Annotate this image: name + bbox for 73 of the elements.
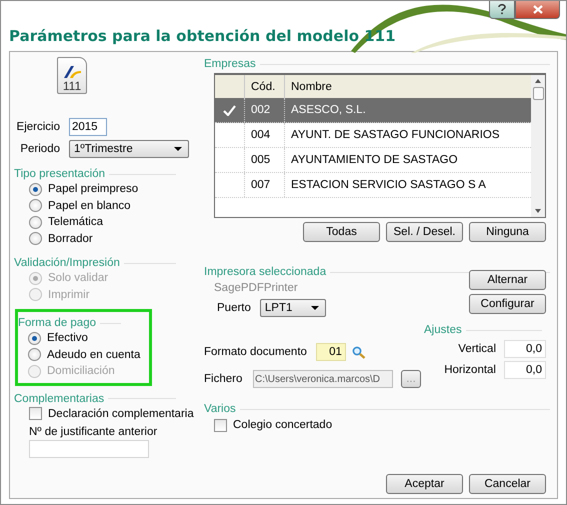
dropdown-arrow-icon	[310, 306, 319, 310]
radio-label: Imprimir	[48, 288, 90, 301]
group-title: Forma de pago	[18, 317, 96, 329]
radio-label: Borrador	[48, 232, 93, 245]
field-label: Nº de justificante anterior	[29, 426, 158, 438]
radio-label: Papel en blanco	[48, 200, 130, 212]
selection-button[interactable]: Todas	[303, 222, 380, 242]
port-dropdown[interactable]: LPT1	[260, 299, 326, 317]
table-cell: 005	[245, 148, 285, 172]
group-title: Varios	[204, 403, 236, 415]
radio-button[interactable]	[28, 332, 41, 345]
radio-label: Papel preimpreso	[48, 183, 138, 196]
scroll-down-icon[interactable]	[535, 209, 541, 213]
group-title: Validación/Impresión	[14, 257, 120, 269]
group-title: Ajustes	[424, 324, 462, 336]
field-label: Periodo	[19, 143, 60, 155]
table-cell-text: ESTACION SERVICIO SASTAGO S A	[290, 179, 486, 191]
table-cell-text: AYUNT. DE SASTAGO FUNCIONARIOS	[290, 129, 500, 141]
format-field[interactable]: 01	[316, 343, 346, 361]
radio-button[interactable]	[29, 216, 42, 229]
period-dropdown[interactable]: 1ºTrimestre	[69, 140, 189, 158]
field-label: Fichero	[204, 373, 244, 385]
checkbox-label: Declaración complementaria	[48, 408, 194, 420]
scroll-up-icon[interactable]	[535, 79, 541, 83]
checkbox[interactable]	[214, 418, 227, 432]
scrollbar[interactable]	[531, 75, 545, 217]
radio-button[interactable]	[29, 232, 42, 246]
group-title: Empresas	[204, 58, 256, 70]
dialog-button[interactable]: Aceptar	[386, 474, 463, 494]
offset-field[interactable]: 0,0	[504, 361, 546, 379]
radio-label: Telemática	[48, 216, 103, 228]
radio-label: Solo validar	[48, 272, 108, 284]
selection-button[interactable]: Ninguna	[469, 222, 546, 242]
offset-field[interactable]: 0,0	[504, 340, 546, 358]
group-title: Tipo presentación	[14, 168, 105, 180]
checkbox[interactable]	[29, 407, 42, 420]
radio-label: Efectivo	[47, 332, 88, 344]
field-label: Formato documento	[204, 346, 307, 358]
group-title: Complementarias	[14, 392, 104, 404]
radio-button[interactable]	[29, 182, 42, 196]
field-label: Puerto	[217, 302, 251, 314]
radio-label: Adeudo en cuenta	[47, 348, 140, 361]
scroll-thumb[interactable]	[532, 87, 544, 100]
close-button[interactable]	[515, 1, 560, 19]
dropdown-arrow-icon	[174, 147, 182, 151]
printer-button[interactable]: Configurar	[469, 294, 546, 314]
checkbox-label: Colegio concertado	[233, 419, 332, 432]
receipt-number-field[interactable]	[29, 440, 149, 458]
year-field[interactable]: 2015	[69, 118, 107, 136]
help-icon	[498, 4, 506, 15]
selection-button[interactable]: Sel. / Desel.	[386, 222, 463, 242]
radio-button[interactable]	[28, 348, 41, 362]
document-icon: 111	[57, 57, 87, 94]
table-cell-text: ASESCO, S.L.	[290, 104, 366, 116]
group-title: Impresora seleccionada	[204, 266, 326, 278]
table-cell: 004	[245, 123, 285, 147]
search-icon[interactable]	[352, 346, 366, 358]
radio-button[interactable]	[29, 199, 42, 212]
column-header: Nombre	[290, 80, 332, 92]
table-row[interactable]: 002 ASESCO, S.L.	[215, 98, 531, 123]
field-label: Vertical	[458, 343, 496, 355]
table-cell: 007	[245, 173, 285, 197]
table-cell-text: AYUNTAMIENTO DE SASTAGO	[290, 154, 458, 166]
field-label: Ejercicio	[16, 121, 60, 133]
printer-button[interactable]: Alternar	[469, 270, 546, 290]
check-icon	[223, 104, 236, 116]
help-button[interactable]	[489, 1, 515, 19]
radio-label: Domiciliación	[47, 365, 115, 378]
dialog-button[interactable]: Cancelar	[469, 474, 546, 494]
table-cell: 002	[245, 98, 285, 122]
field-label: Horizontal	[444, 364, 496, 376]
printer-name: SagePDFPrinter	[214, 282, 299, 294]
close-icon	[532, 5, 542, 14]
